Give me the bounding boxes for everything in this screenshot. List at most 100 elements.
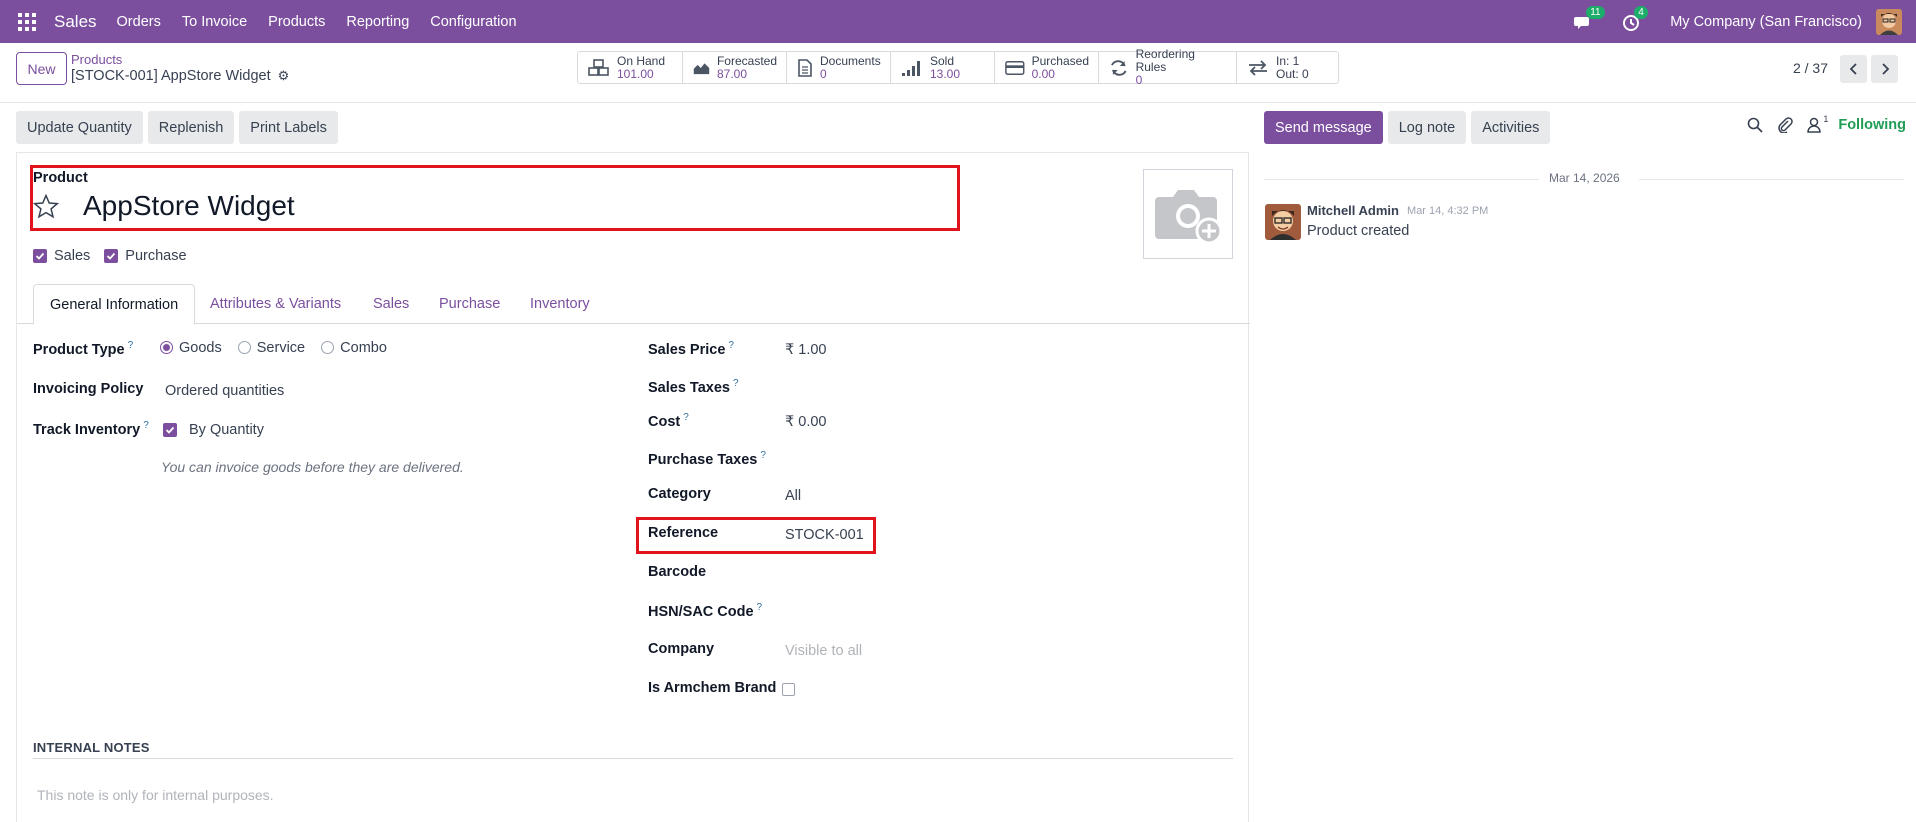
- breadcrumb-current: [STOCK-001] AppStore Widget ⚙: [71, 68, 289, 84]
- stat-purchased[interactable]: Purchased 0.00: [995, 52, 1099, 83]
- stat-forecasted[interactable]: Forecasted 87.00: [683, 52, 787, 83]
- control-panel: New Products [STOCK-001] AppStore Widget…: [0, 43, 1916, 103]
- purchase-checkbox[interactable]: [104, 249, 119, 263]
- help-icon: ?: [760, 450, 766, 461]
- armchem-checkbox[interactable]: [782, 683, 795, 696]
- track-inventory-value[interactable]: By Quantity: [189, 422, 264, 438]
- cost-input[interactable]: ₹ 0.00: [785, 414, 826, 430]
- company-input[interactable]: Visible to all: [785, 643, 862, 659]
- invoicing-policy-select[interactable]: Ordered quantities: [165, 383, 284, 399]
- stat-value: 0: [820, 66, 827, 81]
- user-avatar[interactable]: [1876, 8, 1902, 35]
- sales-price-input[interactable]: ₹ 1.00: [785, 342, 826, 358]
- search-icon[interactable]: [1747, 117, 1763, 133]
- date-separator-label: Mar 14, 2026: [1549, 171, 1620, 185]
- new-button[interactable]: New: [16, 52, 67, 85]
- stat-value: 0: [1135, 73, 1143, 87]
- print-labels-button[interactable]: Print Labels: [239, 111, 338, 144]
- notes-divider: [33, 758, 1233, 759]
- chevron-left-icon: [1849, 63, 1857, 75]
- menu-configuration[interactable]: Configuration: [430, 14, 516, 30]
- sales-taxes-label: Sales Taxes?: [648, 378, 739, 396]
- stat-in-out[interactable]: In: 1 Out: 0: [1237, 52, 1338, 83]
- help-icon: ?: [756, 602, 763, 613]
- form-tabs: General Information Attributes & Variant…: [17, 284, 1250, 325]
- cubes-icon: [588, 58, 609, 76]
- message-author[interactable]: Mitchell Admin: [1307, 203, 1399, 218]
- replenish-button[interactable]: Replenish: [147, 111, 235, 144]
- stat-value: 101.00: [617, 66, 654, 81]
- stat-sold[interactable]: Sold 13.00: [891, 52, 995, 83]
- stat-documents[interactable]: Documents 0: [787, 52, 891, 83]
- purchase-taxes-label: Purchase Taxes?: [648, 450, 766, 468]
- activities-button[interactable]: Activities: [1471, 111, 1551, 144]
- stat-label: On Hand: [617, 53, 666, 68]
- purchase-checkbox-label: Purchase: [125, 248, 187, 264]
- category-select[interactable]: All: [785, 488, 801, 504]
- menu-orders[interactable]: Orders: [117, 14, 161, 30]
- stat-on-hand[interactable]: On Hand 101.00: [578, 52, 683, 83]
- message-body: Product created: [1307, 223, 1410, 239]
- sales-checkbox-label: Sales: [54, 248, 91, 264]
- radio-service[interactable]: Service: [237, 340, 305, 356]
- stat-reordering-rules[interactable]: Reordering Rules 0: [1099, 48, 1237, 87]
- tab-general-information[interactable]: General Information: [33, 284, 196, 325]
- track-inventory-field: By Quantity: [163, 422, 264, 438]
- camera-add-icon: [1155, 190, 1223, 245]
- hsn-sac-label: HSN/SAC Code?: [648, 602, 763, 620]
- arrows-exchange-icon: [1249, 59, 1267, 76]
- stat-out: Out: 0: [1276, 66, 1309, 81]
- track-inventory-checkbox[interactable]: [163, 423, 177, 437]
- stat-label: Sold: [930, 53, 955, 68]
- stat-in: In: 1: [1276, 53, 1300, 68]
- internal-notes-editor[interactable]: This note is only for internal purposes.: [37, 787, 274, 803]
- followers-button[interactable]: 1: [1807, 114, 1829, 133]
- activities-badge: 4: [1634, 5, 1648, 19]
- top-navbar: Sales Orders To Invoice Products Reporti…: [0, 0, 1916, 43]
- barcode-label: Barcode: [648, 564, 707, 580]
- product-image[interactable]: [1143, 169, 1233, 259]
- menu-reporting[interactable]: Reporting: [346, 14, 409, 30]
- help-icon: ?: [127, 340, 134, 351]
- tab-purchase[interactable]: Purchase: [423, 284, 516, 324]
- gear-icon[interactable]: ⚙: [278, 68, 290, 84]
- log-note-button[interactable]: Log note: [1387, 111, 1467, 144]
- following-button[interactable]: Following: [1838, 117, 1906, 133]
- company-switcher[interactable]: My Company (San Francisco): [1670, 14, 1862, 30]
- stat-label: Forecasted: [716, 53, 777, 68]
- sales-checkbox[interactable]: [33, 249, 47, 263]
- pager-previous-button[interactable]: [1840, 55, 1867, 83]
- help-icon: ?: [732, 378, 739, 389]
- help-icon: ?: [728, 340, 734, 351]
- author-avatar[interactable]: [1265, 204, 1301, 240]
- tab-attributes-variants[interactable]: Attributes & Variants: [194, 284, 357, 324]
- tab-inventory[interactable]: Inventory: [514, 284, 606, 324]
- menu-products[interactable]: Products: [268, 14, 325, 30]
- radio-combo[interactable]: Combo: [321, 340, 387, 356]
- update-quantity-button[interactable]: Update Quantity: [16, 111, 143, 144]
- breadcrumb-products[interactable]: Products: [71, 52, 122, 67]
- activities-button[interactable]: 4: [1622, 5, 1648, 33]
- menu-to-invoice[interactable]: To Invoice: [182, 14, 247, 30]
- tab-sales[interactable]: Sales: [357, 284, 425, 324]
- app-name[interactable]: Sales: [54, 12, 97, 32]
- chatter-actions: Send message Log note Activities: [1264, 111, 1555, 144]
- app-grid-icon[interactable]: [18, 12, 36, 31]
- messages-button[interactable]: 11: [1574, 5, 1605, 33]
- stat-label: Purchased: [1031, 53, 1089, 68]
- stat-label: Reordering Rules: [1135, 47, 1195, 74]
- pager-value[interactable]: 2 / 37: [1793, 60, 1828, 76]
- help-icon: ?: [683, 412, 689, 423]
- help-icon: ?: [143, 420, 149, 431]
- pager-next-button[interactable]: [1871, 55, 1898, 83]
- radio-goods[interactable]: Goods: [160, 340, 222, 356]
- paperclip-icon[interactable]: [1777, 117, 1794, 133]
- header-actions: Update Quantity Replenish Print Labels: [16, 111, 343, 144]
- sales-purchase-flags: Sales Purchase: [33, 248, 187, 264]
- company-label: Company: [648, 641, 715, 657]
- messages-badge: 11: [1586, 5, 1605, 19]
- followers-count: 1: [1823, 114, 1829, 124]
- highlight-product-name: [30, 165, 960, 231]
- send-message-button[interactable]: Send message: [1264, 111, 1383, 144]
- invoice-hint: You can invoice goods before they are de…: [161, 459, 464, 475]
